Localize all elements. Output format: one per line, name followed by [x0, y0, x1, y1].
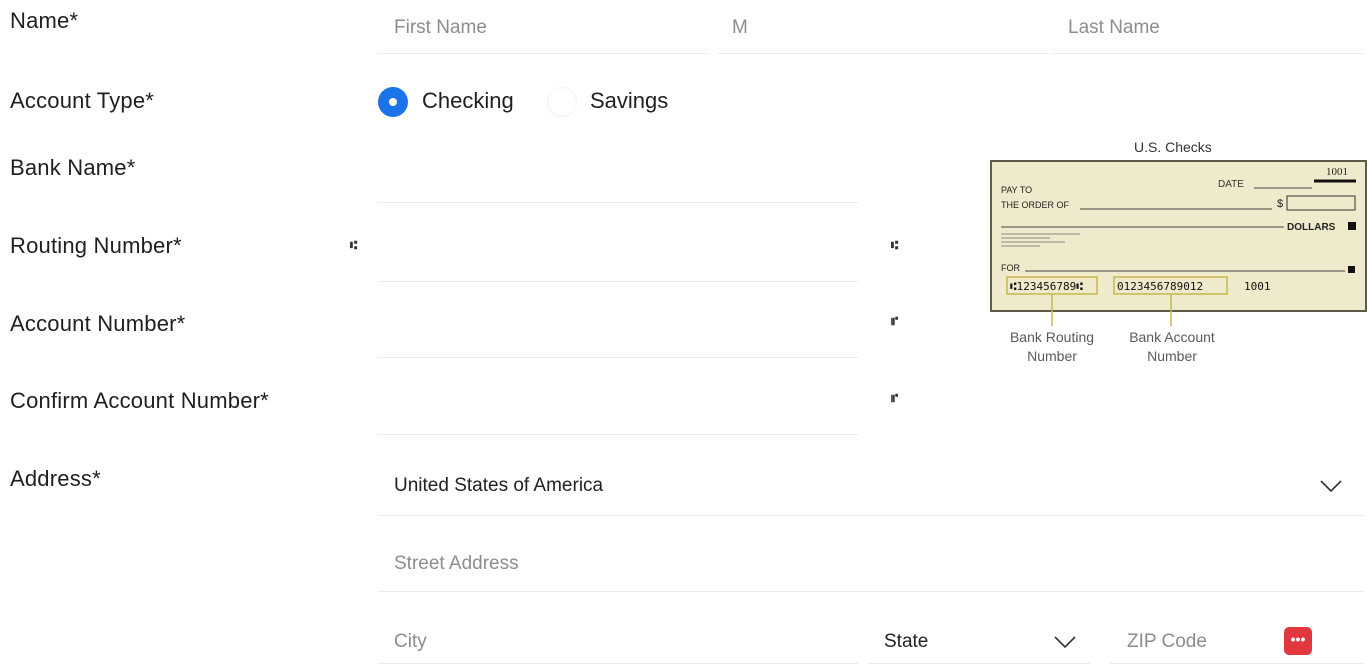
check-caption: U.S. Checks: [1134, 139, 1212, 155]
street-address-input[interactable]: Street Address: [378, 536, 1364, 592]
last-name-input[interactable]: Last Name: [1052, 2, 1364, 54]
account-number-input[interactable]: [378, 298, 858, 358]
savings-radio[interactable]: [547, 87, 577, 117]
routing-symbol-icon: ⑆: [350, 238, 358, 252]
check-payto-line2: THE ORDER OF: [1001, 200, 1070, 210]
address-label: Address*: [10, 466, 101, 491]
routing-symbol-icon: ⑆: [891, 238, 899, 252]
password-manager-icon[interactable]: •••: [1284, 627, 1312, 655]
state-value: State: [884, 631, 929, 652]
chevron-down-icon: [1320, 480, 1342, 493]
checking-radio[interactable]: [378, 87, 408, 117]
sample-check-image: 1001 DATE PAY TO THE ORDER OF $ DOLLARS …: [990, 160, 1367, 312]
confirm-account-number-input[interactable]: [378, 375, 858, 435]
middle-initial-input[interactable]: M: [718, 2, 1048, 54]
city-input[interactable]: City: [378, 614, 858, 664]
city-placeholder: City: [394, 631, 427, 652]
routing-callout: Bank Routing Number: [1009, 329, 1095, 364]
country-select[interactable]: United States of America: [378, 458, 1364, 516]
savings-radio-label[interactable]: Savings: [590, 88, 668, 114]
account-number-label: Account Number*: [10, 311, 186, 336]
zip-code-input[interactable]: ZIP Code: [1110, 614, 1364, 664]
check-account-sample: 0123456789012: [1117, 280, 1203, 293]
check-dollar-sign: $: [1277, 198, 1283, 210]
first-name-placeholder: First Name: [394, 17, 487, 38]
payment-form: Name* Account Type* Bank Name* Routing N…: [0, 0, 1367, 664]
middle-initial-placeholder: M: [732, 17, 748, 38]
chevron-down-icon: [1054, 636, 1076, 649]
street-address-placeholder: Street Address: [394, 553, 519, 574]
state-select[interactable]: State: [868, 614, 1090, 664]
check-callout-lines: [1051, 312, 1172, 326]
check-dollars-label: DOLLARS: [1287, 222, 1336, 233]
check-for-label: FOR: [1001, 263, 1020, 273]
routing-number-input[interactable]: [378, 220, 858, 282]
bank-name-label: Bank Name*: [10, 155, 136, 180]
zip-code-placeholder: ZIP Code: [1127, 631, 1207, 652]
routing-number-label: Routing Number*: [10, 233, 182, 258]
account-symbol-icon: ⑈: [891, 391, 899, 405]
check-payto-line1: PAY TO: [1001, 185, 1032, 195]
check-number-sample: 1001: [1244, 280, 1271, 293]
check-number-text: 1001: [1326, 166, 1348, 178]
name-label: Name*: [10, 8, 79, 33]
last-name-placeholder: Last Name: [1068, 17, 1160, 38]
confirm-account-number-label: Confirm Account Number*: [10, 388, 269, 413]
bank-name-input[interactable]: [378, 145, 858, 203]
first-name-input[interactable]: First Name: [378, 2, 708, 54]
check-routing-sample: ⑆123456789⑆: [1010, 280, 1083, 293]
checking-radio-label[interactable]: Checking: [422, 88, 514, 114]
account-symbol-icon: ⑈: [891, 314, 899, 328]
account-callout: Bank Account Number: [1129, 329, 1215, 364]
country-value: United States of America: [394, 475, 604, 496]
account-type-label: Account Type*: [10, 88, 155, 113]
check-date-label: DATE: [1218, 179, 1244, 190]
